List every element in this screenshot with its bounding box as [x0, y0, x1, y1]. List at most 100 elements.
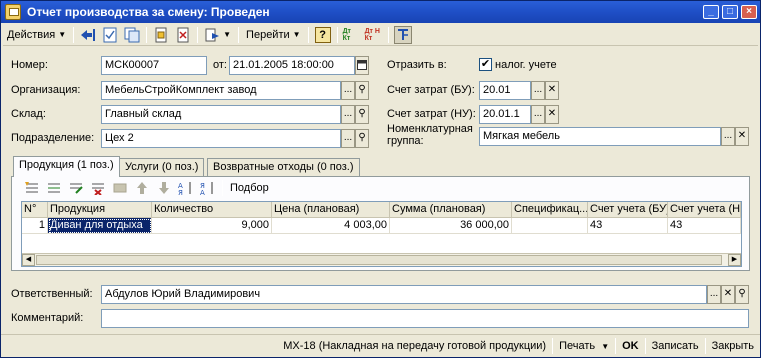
dropdown-arrow-icon: ▼ [292, 29, 301, 39]
column-header-planned-price[interactable]: Цена (плановая) [272, 202, 390, 218]
column-header-planned-sum[interactable]: Сумма (плановая) [390, 202, 512, 218]
back-arrow-icon[interactable] [79, 26, 97, 44]
nomenclature-group-label-line2: группа: [387, 135, 424, 147]
document-movements-icon[interactable] [152, 26, 170, 44]
toolbar-separator [197, 26, 199, 43]
open-search-icon[interactable]: ⚲ [355, 105, 369, 124]
window-title: Отчет производства за смену: Проведен [27, 5, 270, 19]
post-document-icon[interactable] [101, 26, 119, 44]
dropdown-arrow-icon: ▼ [58, 29, 67, 39]
structure-icon[interactable] [174, 26, 192, 44]
select-ellipsis-button[interactable]: ... [341, 129, 355, 148]
cell-number[interactable]: 1 [22, 218, 48, 234]
move-down-icon[interactable] [155, 179, 173, 197]
cost-account-nu-field[interactable]: 20.01.1 [479, 105, 531, 124]
date-label: от: [213, 59, 227, 71]
scroll-thumb[interactable] [36, 255, 722, 265]
organization-field[interactable]: МебельСтройКомплект завод [101, 81, 341, 100]
actions-menu[interactable]: Действия ▼ [3, 26, 70, 44]
number-field[interactable]: МСК00007 [101, 56, 207, 75]
print-form-button[interactable]: МХ-18 (Накладная на передачу готовой про… [277, 336, 552, 356]
save-button[interactable]: Записать [646, 336, 705, 356]
open-search-icon[interactable]: ⚲ [735, 285, 749, 304]
responsible-field[interactable]: Абдулов Юрий Владимирович [101, 285, 707, 304]
clear-x-icon[interactable]: ✕ [735, 127, 749, 146]
column-header-product[interactable]: Продукция [48, 202, 152, 218]
column-header-quantity[interactable]: Количество [152, 202, 272, 218]
clear-x-icon[interactable]: ✕ [545, 81, 559, 100]
scroll-left-icon[interactable]: ◀ [22, 254, 35, 266]
actions-menu-label: Действия [7, 28, 56, 41]
column-header-specification[interactable]: Спецификац... [512, 202, 588, 218]
sort-ascending-icon[interactable]: AЯ [177, 179, 195, 197]
open-search-icon[interactable]: ⚲ [355, 81, 369, 100]
warehouse-field[interactable]: Главный склад [101, 105, 341, 124]
end-edit-icon[interactable] [111, 179, 129, 197]
help-button-label: ? [314, 26, 331, 43]
selection-button[interactable]: Подбор [226, 179, 273, 197]
clear-x-icon[interactable]: ✕ [721, 285, 735, 304]
tab-services[interactable]: Услуги (0 поз.) [119, 158, 205, 176]
select-ellipsis-button[interactable]: ... [721, 127, 735, 146]
copy-document-icon[interactable] [123, 26, 141, 44]
dropdown-arrow-icon: ▼ [601, 341, 610, 351]
select-ellipsis-button[interactable]: ... [341, 81, 355, 100]
help-icon[interactable]: ? [314, 26, 332, 44]
nomenclature-group-label-line1: Номенклатурная [387, 123, 473, 135]
cell-planned-price[interactable]: 4 003,00 [272, 218, 390, 234]
dropdown-arrow-icon[interactable]: ▼ [223, 30, 231, 39]
warehouse-label: Склад: [11, 108, 46, 120]
scroll-right-icon[interactable]: ▶ [728, 254, 741, 266]
toolbar-separator [73, 26, 75, 43]
cell-account-nu[interactable]: 43 [668, 218, 741, 234]
close-button[interactable]: Закрыть [706, 336, 760, 356]
sort-descending-icon[interactable]: ЯA [199, 179, 217, 197]
calendar-icon[interactable] [355, 56, 369, 75]
toolbar-separator [238, 26, 240, 43]
cell-planned-sum[interactable]: 36 000,00 [390, 218, 512, 234]
print-menu-label: Печать [559, 339, 596, 352]
enter-based-on-icon[interactable] [203, 26, 221, 44]
department-label: Подразделение: [11, 132, 95, 144]
reflect-in-label: Отразить в: [387, 59, 447, 71]
cost-account-bu-field[interactable]: 20.01 [479, 81, 531, 100]
column-header-account-bu[interactable]: Счет учета (БУ) [588, 202, 668, 218]
column-header-number[interactable]: N° [22, 202, 48, 218]
tab-return-waste[interactable]: Возвратные отходы (0 поз.) [207, 158, 360, 176]
copy-row-icon[interactable] [45, 179, 63, 197]
select-ellipsis-button[interactable]: ... [707, 285, 721, 304]
close-window-button[interactable]: × [741, 5, 757, 19]
cell-account-bu[interactable]: 43 [588, 218, 668, 234]
tax-accounting-checkbox[interactable]: ✔ [479, 58, 492, 71]
ok-button[interactable]: OK [616, 336, 645, 356]
department-field[interactable]: Цех 2 [101, 129, 341, 148]
maximize-button[interactable]: □ [722, 5, 738, 19]
print-menu-button[interactable]: Печать ▼ [553, 336, 615, 356]
goto-menu[interactable]: Перейти ▼ [242, 26, 305, 44]
open-search-icon[interactable]: ⚲ [355, 129, 369, 148]
select-ellipsis-button[interactable]: ... [341, 105, 355, 124]
date-field[interactable]: 21.01.2005 18:00:00 [229, 56, 355, 75]
cell-specification[interactable] [512, 218, 588, 234]
cell-quantity[interactable]: 9,000 [152, 218, 272, 234]
cell-product[interactable]: Диван для отдыха [48, 218, 152, 234]
toolbar-separator [336, 26, 338, 43]
delete-row-icon[interactable] [89, 179, 107, 197]
move-up-icon[interactable] [133, 179, 151, 197]
horizontal-scrollbar[interactable]: ◀ ▶ [22, 253, 741, 266]
edit-row-icon[interactable] [67, 179, 85, 197]
select-ellipsis-button[interactable]: ... [531, 105, 545, 124]
select-ellipsis-button[interactable]: ... [531, 81, 545, 100]
dt-kt-report-icon[interactable]: Дт Кт [343, 26, 361, 44]
add-row-icon[interactable] [23, 179, 41, 197]
toolbar: Действия ▼ ▼ Перейти ▼ ? Дт Кт Дт Н Кт [3, 24, 758, 46]
tab-products[interactable]: Продукция (1 поз.) [13, 156, 120, 177]
dt-n-kt-report-icon[interactable]: Дт Н Кт [365, 26, 383, 44]
cost-account-bu-label: Счет затрат (БУ): [387, 84, 475, 96]
column-header-account-nu[interactable]: Счет учета (НУ [668, 202, 741, 218]
nomenclature-group-field[interactable]: Мягкая мебель [479, 127, 721, 146]
minimize-button[interactable]: _ [703, 5, 719, 19]
comment-field[interactable] [101, 309, 749, 328]
clear-x-icon[interactable]: ✕ [545, 105, 559, 124]
tree-view-icon[interactable] [393, 25, 412, 44]
